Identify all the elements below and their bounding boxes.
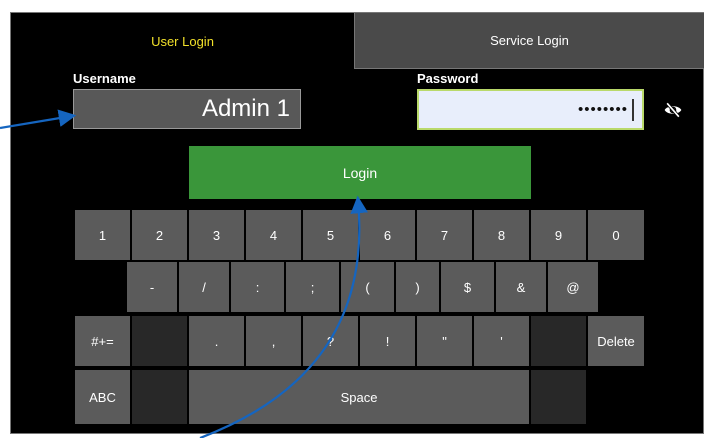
key-8[interactable]: 8 xyxy=(474,210,529,260)
key-ampersand[interactable]: & xyxy=(496,262,546,312)
eye-off-icon[interactable] xyxy=(663,100,683,120)
key-question[interactable]: ? xyxy=(303,316,358,366)
key-semicolon[interactable]: ; xyxy=(286,262,339,312)
username-field[interactable]: Admin 1 xyxy=(73,89,301,129)
key-hyphen[interactable]: - xyxy=(127,262,177,312)
key-at[interactable]: @ xyxy=(548,262,598,312)
key-1[interactable]: 1 xyxy=(75,210,130,260)
key-9[interactable]: 9 xyxy=(531,210,586,260)
password-value: •••••••• xyxy=(577,101,628,118)
key-comma[interactable]: , xyxy=(246,316,301,366)
key-space[interactable]: Space xyxy=(189,370,529,424)
tab-user-login[interactable]: User Login xyxy=(11,13,354,69)
key-blank xyxy=(132,316,187,366)
login-panel: User Login Service Login Username Admin … xyxy=(10,12,704,434)
key-period[interactable]: . xyxy=(189,316,244,366)
key-3[interactable]: 3 xyxy=(189,210,244,260)
key-6[interactable]: 6 xyxy=(360,210,415,260)
key-double-quote[interactable]: " xyxy=(417,316,472,366)
key-apostrophe[interactable]: ' xyxy=(474,316,529,366)
key-symbols-toggle[interactable]: #+= xyxy=(75,316,130,366)
login-button[interactable]: Login xyxy=(189,146,531,199)
key-exclamation[interactable]: ! xyxy=(360,316,415,366)
tab-service-login[interactable]: Service Login xyxy=(354,13,704,69)
key-4[interactable]: 4 xyxy=(246,210,301,260)
key-colon[interactable]: : xyxy=(231,262,284,312)
password-label: Password xyxy=(417,71,479,86)
key-close-paren[interactable]: ) xyxy=(396,262,439,312)
key-blank xyxy=(531,370,586,424)
password-field[interactable]: •••••••• xyxy=(417,89,644,130)
key-dollar[interactable]: $ xyxy=(441,262,494,312)
key-7[interactable]: 7 xyxy=(417,210,472,260)
key-2[interactable]: 2 xyxy=(132,210,187,260)
key-open-paren[interactable]: ( xyxy=(341,262,394,312)
key-abc-toggle[interactable]: ABC xyxy=(75,370,130,424)
key-5[interactable]: 5 xyxy=(303,210,358,260)
key-blank xyxy=(132,370,187,424)
username-label: Username xyxy=(73,71,136,86)
key-delete[interactable]: Delete xyxy=(588,316,644,366)
key-blank xyxy=(531,316,586,366)
key-slash[interactable]: / xyxy=(179,262,229,312)
key-0[interactable]: 0 xyxy=(588,210,644,260)
text-caret xyxy=(632,99,634,121)
